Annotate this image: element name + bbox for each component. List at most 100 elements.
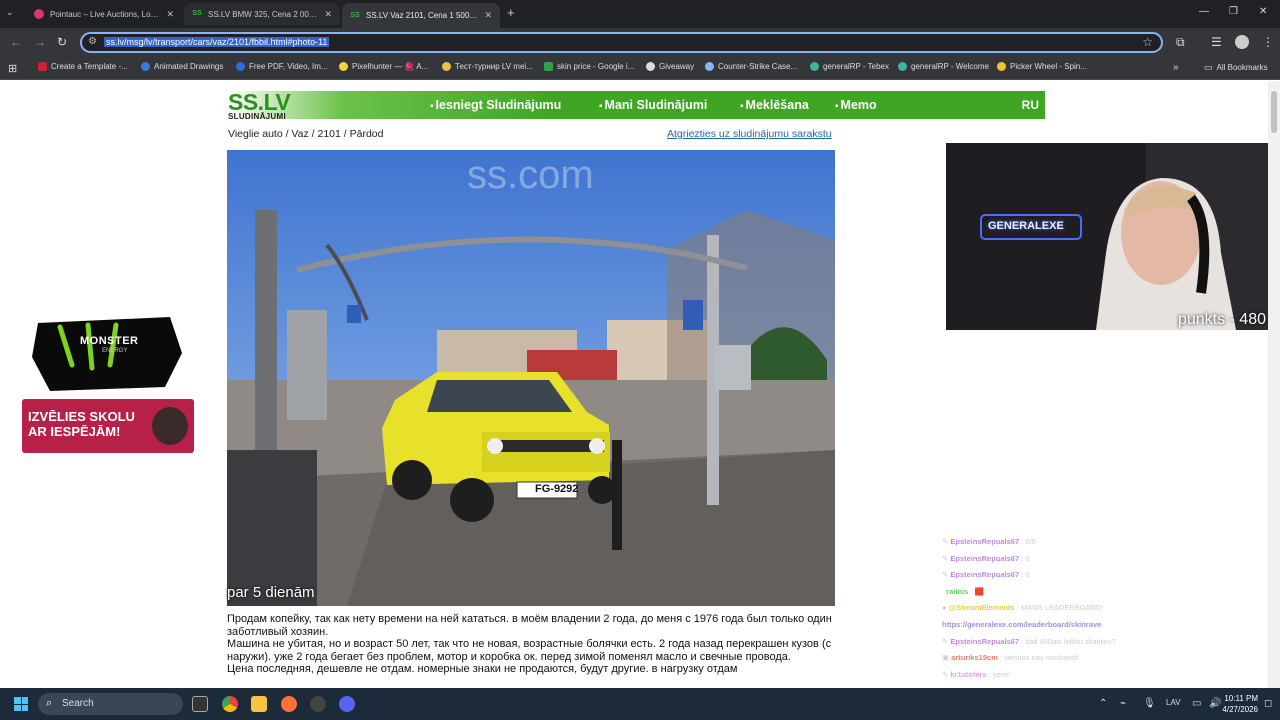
display-icon[interactable]: ▭ [1192, 698, 1201, 709]
bookmark-favicon-icon [339, 62, 348, 71]
description-paragraph: Машина не убитая, но и возраст 50 лет, т… [227, 638, 832, 663]
chrome-icon[interactable] [222, 696, 238, 712]
monster-energy-ad: MONSTER ENERGY [30, 313, 185, 393]
webcam-overlay: GENERALEXE punkts - 480 [946, 143, 1268, 330]
taskbar-search[interactable]: ⌕ Search [38, 693, 183, 715]
discord-icon[interactable] [339, 696, 355, 712]
clock[interactable]: 10:11 PM 4/27/2026 [1222, 693, 1258, 715]
app-icon[interactable] [310, 696, 326, 712]
file-explorer-icon[interactable] [251, 696, 267, 712]
reload-icon[interactable]: ↻ [57, 35, 67, 49]
ss-favicon-icon: SS [350, 11, 360, 19]
bookmark-item[interactable]: Pixelhunter — 🧶 A... [339, 62, 428, 71]
window-close-icon[interactable]: ✕ [1259, 6, 1267, 17]
bookmark-item[interactable]: Picker Wheel - Spin... [997, 62, 1087, 71]
listing-photo[interactable]: ss.com FG-9292 [227, 150, 835, 606]
photo-caption: par 5 dienām [227, 584, 315, 601]
close-icon[interactable]: ✕ [166, 9, 174, 20]
page-scrollbar[interactable] [1268, 81, 1280, 688]
apps-icon[interactable]: ⊞ [8, 62, 17, 75]
bookmark-favicon-icon [38, 62, 47, 71]
chat-user: EpsteinsRepuals67 [950, 636, 1020, 646]
bookmark-item[interactable]: generalRP - Welcome [898, 62, 989, 71]
bookmarks-overflow-icon[interactable]: » [1173, 62, 1179, 73]
chat-user: kr1stofers [950, 669, 987, 679]
all-bookmarks[interactable]: ▭ All Bookmarks [1204, 62, 1268, 73]
menu-icon[interactable]: ⋮ [1262, 35, 1274, 49]
nav-search[interactable]: Meklēšana [740, 98, 809, 112]
folder-icon: ▭ [1204, 62, 1213, 72]
chat-user: EpsteinsRepuals67 [950, 537, 1020, 546]
reading-list-icon[interactable]: ☰ [1211, 35, 1222, 49]
mic-icon[interactable]: 🎙 [1143, 698, 1156, 709]
tab-ss-vaz[interactable]: SS SS.LV Vaz 2101, Cena 1 500 €. P ✕ [342, 3, 500, 28]
firefox-icon[interactable] [281, 696, 297, 712]
nav-my-ads[interactable]: Mani Sludinājumi [599, 98, 708, 112]
new-tab-icon[interactable]: + [507, 5, 515, 20]
tray-chevron-icon[interactable]: ⌃ [1099, 698, 1107, 709]
volume-icon[interactable]: 🔊 [1209, 698, 1221, 709]
tab-pointauc[interactable]: Pointauc – Live Auctions, Lottery ✕ [26, 3, 182, 25]
description-paragraph: Цена последняя, дешевле не отдам. номерн… [227, 663, 738, 676]
bookmark-favicon-icon [705, 62, 714, 71]
bookmark-favicon-icon [898, 62, 907, 71]
close-icon[interactable]: ✕ [484, 10, 492, 21]
bookmark-item[interactable]: Counter-Strike Case... [705, 62, 797, 71]
chat-user: arturiks19cm [951, 653, 998, 663]
scrollbar-thumb[interactable] [1271, 91, 1277, 133]
monster-brand: MONSTER [80, 335, 139, 347]
maximize-icon[interactable]: ❐ [1229, 6, 1238, 17]
bookmark-favicon-icon [141, 62, 150, 71]
tab-ss-bmw[interactable]: SS SS.LV BMW 325, Cena 2 000 €. P ✕ [184, 3, 340, 25]
bookmark-item[interactable]: Тест-турнир LV mei... [442, 62, 533, 71]
tab-search-icon[interactable]: ⌄ [6, 7, 14, 18]
chat-line: raiinis : 🟥 [946, 586, 984, 596]
nav-memo[interactable]: Memo [835, 98, 877, 112]
ss-logo[interactable]: SS.LV [228, 91, 291, 114]
keyboard-language[interactable]: LAV [1166, 698, 1181, 707]
nav-submit-ad[interactable]: Iesniegt Sludinājumu [430, 98, 562, 112]
bookmark-item[interactable]: generalRP - Tebex [810, 62, 889, 71]
bookmark-item[interactable]: Free PDF, Video, Im... [236, 62, 328, 71]
chat-line: ✎ kr1stofers : yeee [942, 669, 1010, 679]
forward-icon[interactable]: → [34, 35, 46, 49]
notification-icon[interactable]: ◻ [1264, 698, 1272, 709]
close-icon[interactable]: ✕ [324, 9, 332, 20]
breadcrumb[interactable]: Vieglie auto / Vaz / 2101 / Pārdod [228, 128, 383, 140]
photo-watermark: ss.com [467, 153, 594, 197]
tab-title: SS.LV BMW 325, Cena 2 000 €. P [208, 9, 319, 19]
extensions-icon[interactable]: ⧉ [1176, 35, 1185, 50]
minimize-icon[interactable]: — [1199, 6, 1209, 17]
license-plate: FG-9292 [535, 483, 579, 495]
network-icon[interactable]: ⌁ [1120, 698, 1126, 709]
back-to-list-link[interactable]: Atgriezties uz sludinājumu sarakstu [667, 128, 832, 140]
back-icon[interactable]: ← [10, 35, 22, 49]
tab-title: SS.LV Vaz 2101, Cena 1 500 €. P [366, 11, 479, 20]
task-view-icon[interactable] [192, 696, 208, 712]
bookmarks-bar: ⊞ Create a Template -... Animated Drawin… [0, 56, 1280, 80]
bookmark-item[interactable]: Create a Template -... [38, 62, 128, 71]
chat-line: https://generalexe.com/leaderboard/skinr… [942, 617, 1268, 634]
bookmark-item[interactable]: skin price - Google i... [544, 62, 634, 71]
stream-chat: ✎ EpsteinsRepuals67 : 0/0 ✎ EpsteinsRepu… [942, 534, 1268, 683]
cam-label: punkts - 480 [1177, 311, 1266, 328]
bookmark-item[interactable]: Animated Drawings [141, 62, 223, 71]
search-placeholder: Search [62, 698, 94, 709]
bookmark-favicon-icon [442, 62, 451, 71]
bookmark-item[interactable]: Giveaway [646, 62, 694, 71]
language-switch[interactable]: RU [1022, 98, 1039, 112]
address-bar[interactable]: ⚙ ss.lv/msg/lv/transport/cars/vaz/2101/f… [80, 32, 1163, 53]
school-ad-text: IZVĒLIES SKOLU AR IESPĒJĀM! [28, 409, 135, 439]
chat-user: @StreamElements [948, 603, 1015, 613]
pointauc-favicon-icon [34, 9, 44, 19]
bookmark-star-icon[interactable]: ☆ [1142, 35, 1153, 49]
streamer-camera-illustration [946, 143, 1268, 330]
profile-avatar[interactable] [1235, 35, 1249, 49]
chat-line: ✎ EpsteinsRepuals67 : kad 450ais ieliktu… [942, 636, 1116, 646]
site-info-icon[interactable]: ⚙ [88, 36, 97, 47]
ss-logo-subtitle: SLUDINĀJUMI [228, 112, 286, 121]
listing-description: Продам копейку, так как нету времени на … [227, 613, 835, 676]
windows-start-icon[interactable] [14, 697, 28, 711]
school-ad: IZVĒLIES SKOLU AR IESPĒJĀM! [22, 399, 194, 453]
url-text[interactable]: ss.lv/msg/lv/transport/cars/vaz/2101/fbb… [104, 37, 330, 47]
